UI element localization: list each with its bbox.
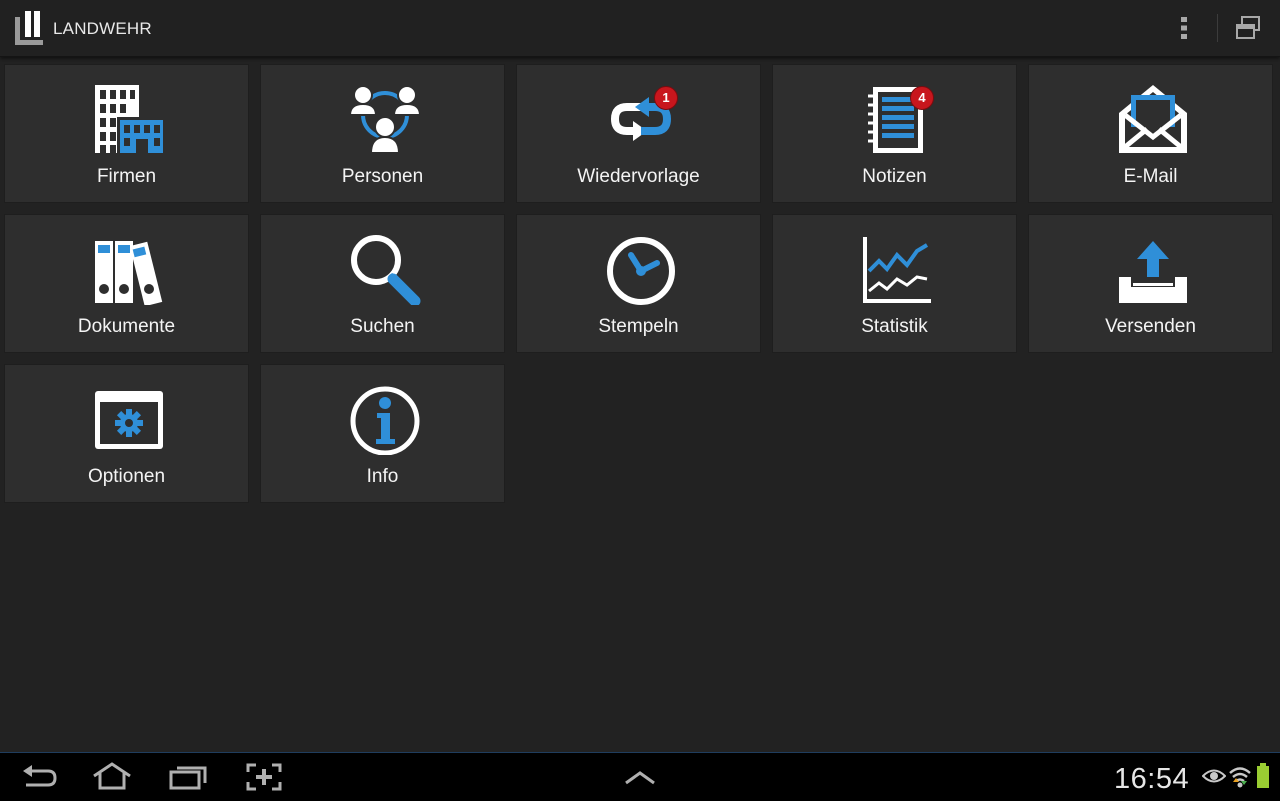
tile-label: Stempeln [598,316,679,337]
settings-window-icon [95,391,163,449]
tile-notizen[interactable]: 4 Notizen [772,64,1017,203]
landwehr-logo-icon [15,11,43,45]
notification-badge: 1 [654,86,678,110]
wifi-icon [1229,767,1251,788]
tile-label: Firmen [96,166,157,187]
people-network-icon [349,85,421,154]
info-icon [350,386,420,455]
tile-firmen[interactable]: Firmen [4,64,249,203]
tile-suchen[interactable]: Suchen [260,214,505,353]
action-bar: LANDWEHR [0,0,1280,57]
status-clock: 16:54 [1114,763,1190,795]
chevron-up-icon[interactable] [622,767,658,787]
tile-label: Personen [341,166,424,187]
envelope-icon [1119,85,1187,153]
multi-window-icon[interactable] [1234,14,1262,42]
tile-stempeln[interactable]: Stempeln [516,214,761,353]
tile-info[interactable]: Info [260,364,505,503]
recent-apps-icon[interactable] [168,763,208,791]
upload-tray-icon [1119,241,1187,303]
tile-optionen[interactable]: Optionen [4,364,249,503]
tile-label: Notizen [862,166,927,187]
tile-label: Suchen [350,316,415,337]
tile-label: E-Mail [1123,166,1178,187]
clock-icon [607,237,675,305]
battery-icon [1257,763,1269,788]
tile-label: Versenden [1105,316,1196,337]
tile-dokumente[interactable]: Dokumente [4,214,249,353]
overflow-menu-icon[interactable] [1172,14,1196,42]
tile-personen[interactable]: Personen [260,64,505,203]
screenshot-icon[interactable] [246,763,282,791]
tile-label: Info [366,466,399,487]
notification-badge: 4 [910,86,934,110]
system-navigation-bar: 16:54 [0,752,1280,801]
buildings-icon [95,85,164,153]
tile-email[interactable]: E-Mail [1028,64,1273,203]
tile-versenden[interactable]: Versenden [1028,214,1273,353]
tile-label: Dokumente [77,316,176,337]
back-icon[interactable] [20,763,58,791]
app-title: LANDWEHR [53,19,152,38]
eye-icon [1202,769,1226,783]
tile-statistik[interactable]: Statistik [772,214,1017,353]
home-icon[interactable] [90,761,134,791]
magnifier-icon [351,235,421,305]
tile-label: Wiedervorlage [577,166,700,187]
tile-label: Statistik [861,316,928,337]
binders-icon [95,241,163,305]
tile-wiedervorlage[interactable]: 1 Wiedervorlage [516,64,761,203]
tile-label: Optionen [87,466,166,487]
action-bar-divider [1217,14,1218,42]
line-chart-icon [863,237,931,303]
